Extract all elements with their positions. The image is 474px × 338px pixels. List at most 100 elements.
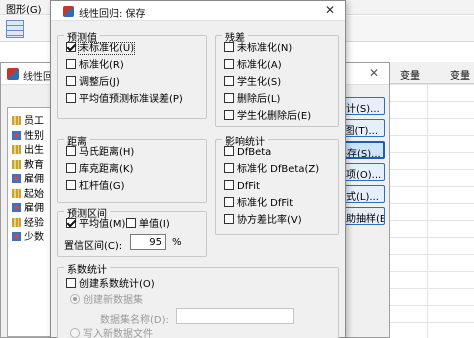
nominal-icon — [12, 174, 21, 183]
column-header-variable[interactable]: 变量 — [450, 67, 470, 82]
coefficient-statistics-group: 系数统计 创建系数统计(O) 创建新数据集 数据集名称(D): 写入新数据文件 — [57, 261, 339, 338]
influence-option-checkbox[interactable]: DfBeta — [224, 146, 271, 159]
residual-option-label: 标准化(A) — [237, 60, 282, 71]
distance-option-label: 杠杆值(G) — [79, 181, 125, 192]
residual-option-label: 删除后(L) — [237, 94, 281, 105]
checkbox-icon[interactable] — [66, 93, 76, 103]
checkbox-icon[interactable] — [66, 59, 76, 69]
influence-option-checkbox[interactable]: DfFit — [224, 180, 260, 193]
confidence-interval-input[interactable]: 95 — [130, 234, 166, 250]
predicted-values-group: 预测值 未标准化(U) 标准化(R) 调整后(J) 平均值预测标准误差(P) — [57, 29, 207, 119]
close-icon[interactable]: ✕ — [325, 3, 335, 17]
nominal-icon — [12, 232, 21, 241]
variable-list-item[interactable]: 雇佣 — [12, 170, 44, 185]
menu-graphs[interactable]: 图形(G) — [6, 1, 42, 16]
variable-name: 雇佣 — [24, 174, 44, 185]
scale-icon — [12, 159, 21, 169]
radio-icon[interactable] — [70, 328, 80, 338]
distance-option-label: 马氏距离(H) — [79, 147, 135, 158]
variable-name: 少数 — [24, 232, 44, 243]
residual-option-label: 学生化删除后(E) — [237, 111, 312, 122]
checkbox-icon[interactable] — [224, 180, 234, 190]
prediction-intervals-group: 预测区间 平均值(M) 单值(I) 置信区间(C): 95 % — [57, 205, 207, 257]
checkbox-icon[interactable] — [224, 110, 234, 120]
radio-selected-icon[interactable] — [70, 294, 80, 304]
influence-option-checkbox[interactable]: 协方差比率(V) — [224, 214, 302, 227]
close-icon[interactable]: ✕ — [369, 66, 379, 80]
write-new-data-file-radio[interactable]: 写入新数据文件 — [70, 328, 153, 338]
variable-name: 员工 — [24, 116, 44, 127]
checkbox-checked-icon[interactable] — [66, 218, 76, 228]
data-grid-icon[interactable] — [6, 20, 24, 38]
checkbox-icon[interactable] — [66, 180, 76, 190]
residuals-group: 残差 未标准化(N) 标准化(A) 学生化(S) 删除后(L) 学生化删除后(E) — [215, 29, 339, 127]
variable-list-item[interactable]: 性别 — [12, 127, 44, 142]
coefficient-statistics-legend: 系数统计 — [64, 261, 110, 276]
dataset-name-input[interactable] — [176, 308, 294, 324]
predicted-value-option-label: 未标准化(U) — [77, 42, 136, 55]
residual-option-label: 学生化(S) — [237, 77, 282, 88]
scale-icon — [12, 217, 21, 227]
variable-name: 教育 — [24, 159, 44, 171]
confidence-interval-label: 置信区间(C): — [64, 241, 123, 252]
nominal-icon — [12, 130, 21, 140]
variable-list-item[interactable]: 员工 — [12, 112, 44, 127]
checkbox-icon[interactable] — [224, 59, 234, 69]
checkbox-checked-icon[interactable] — [66, 42, 76, 52]
distance-option-checkbox[interactable]: 杠杆值(G) — [66, 180, 125, 193]
variable-list-item[interactable]: 教育 — [12, 156, 44, 171]
mean-interval-checkbox[interactable]: 平均值(M) — [66, 218, 125, 231]
checkbox-icon[interactable] — [66, 163, 76, 173]
data-grid[interactable] — [380, 84, 474, 338]
regression-save-dialog: 线性回归: 保存 ✕ 预测值 未标准化(U) 标准化(R) 调整后(J) 平均值预测标… — [50, 0, 346, 338]
create-new-dataset-radio[interactable]: 创建新数据集 — [70, 294, 143, 307]
checkbox-icon[interactable] — [224, 197, 234, 207]
checkbox-icon[interactable] — [126, 218, 136, 228]
variable-list-item[interactable]: 起始 — [12, 185, 44, 200]
checkbox-icon[interactable] — [224, 214, 234, 224]
residual-option-label: 未标准化(N) — [237, 43, 293, 54]
influence-option-label: 标准化 DfFit — [237, 198, 294, 209]
variable-list-item[interactable]: 少数 — [12, 228, 44, 243]
residual-option-checkbox[interactable]: 标准化(A) — [224, 59, 282, 72]
variable-name: 性别 — [24, 130, 44, 142]
spss-app-icon — [7, 68, 19, 80]
predicted-value-option-label: 平均值预测标准误差(P) — [79, 94, 183, 105]
checkbox-icon[interactable] — [224, 42, 234, 52]
residual-option-checkbox[interactable]: 学生化(S) — [224, 76, 281, 89]
column-header-variable[interactable]: 变量 — [400, 67, 420, 82]
checkbox-icon[interactable] — [66, 76, 76, 86]
residual-option-checkbox[interactable]: 学生化删除后(E) — [224, 110, 311, 123]
individual-interval-checkbox[interactable]: 单值(I) — [126, 218, 170, 231]
variable-list-item[interactable]: 雇佣 — [12, 199, 44, 214]
distance-option-checkbox[interactable]: 库克距离(K) — [66, 163, 133, 176]
predicted-value-option-checkbox[interactable]: 标准化(R) — [66, 59, 124, 72]
checkbox-icon[interactable] — [224, 93, 234, 103]
create-coefficient-statistics-checkbox[interactable]: 创建系数统计(O) — [66, 278, 155, 291]
predicted-value-option-checkbox[interactable]: 调整后(J) — [66, 76, 120, 89]
checkbox-icon[interactable] — [66, 278, 76, 288]
variable-name: 起始 — [24, 188, 44, 200]
distances-group: 距离 马氏距离(H) 库克距离(K) 杠杆值(G) — [57, 133, 207, 203]
checkbox-icon[interactable] — [224, 146, 234, 156]
data-grid-header: 变量 变量 — [380, 62, 474, 84]
predicted-value-option-checkbox[interactable]: 未标准化(U) — [66, 42, 136, 55]
scale-icon — [12, 116, 21, 125]
checkbox-icon[interactable] — [224, 163, 234, 173]
variable-list-item[interactable]: 经验 — [12, 214, 44, 229]
dataset-name-label: 数据集名称(D): — [100, 315, 169, 326]
checkbox-icon[interactable] — [66, 146, 76, 156]
residual-option-checkbox[interactable]: 未标准化(N) — [224, 42, 292, 55]
influence-statistics-group: 影响统计 DfBeta 标准化 DfBeta(Z) DfFit 标准化 DfFit 协方… — [215, 133, 339, 235]
predicted-value-option-label: 调整后(J) — [79, 77, 120, 88]
predicted-value-option-checkbox[interactable]: 平均值预测标准误差(P) — [66, 93, 183, 106]
predicted-value-option-label: 标准化(R) — [79, 60, 124, 71]
variable-name: 出生 — [24, 145, 44, 156]
variable-list-item[interactable]: 出生 — [12, 141, 44, 156]
influence-option-checkbox[interactable]: 标准化 DfBeta(Z) — [224, 163, 319, 176]
residual-option-checkbox[interactable]: 删除后(L) — [224, 93, 280, 106]
save-dialog-title: 线性回归: 保存 — [79, 9, 146, 20]
checkbox-icon[interactable] — [224, 76, 234, 86]
influence-option-checkbox[interactable]: 标准化 DfFit — [224, 197, 293, 210]
distance-option-checkbox[interactable]: 马氏距离(H) — [66, 146, 134, 159]
